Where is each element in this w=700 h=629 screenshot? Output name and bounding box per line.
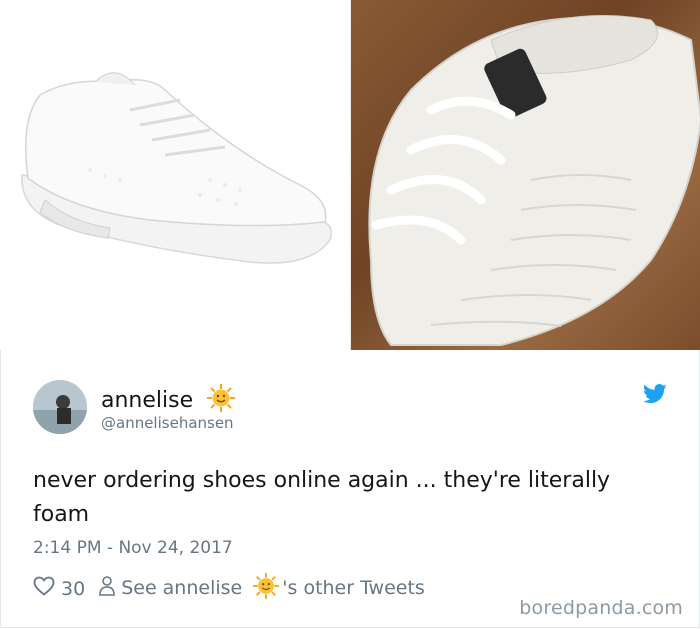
user-handle[interactable]: @annelisehansen [101,414,234,432]
avatar[interactable] [33,380,87,434]
tweet-card: annelise @annelisehansen never ordering … [0,350,700,628]
watermark: boredpanda.com [519,597,683,619]
tweet-text: never ordering shoes online again ... th… [33,468,611,527]
see-other-tweets-link[interactable]: See annelise 's other Tweets [121,572,425,605]
tweet-timestamp[interactable]: 2:14 PM - Nov 24, 2017 [33,538,233,558]
like-count: 30 [61,577,86,600]
received-shoe-photo [350,0,700,350]
image-collage [0,0,700,351]
tweet-actions: 30 See annelise 's other Tweets [33,572,425,605]
heart-icon[interactable] [33,576,55,601]
person-icon [99,576,115,601]
twitter-bird-icon[interactable] [643,384,667,408]
sun-with-face-icon [252,572,280,605]
sneaker-product-image [21,72,332,264]
foam-shoe-image [368,15,700,346]
product-photo [0,0,349,351]
